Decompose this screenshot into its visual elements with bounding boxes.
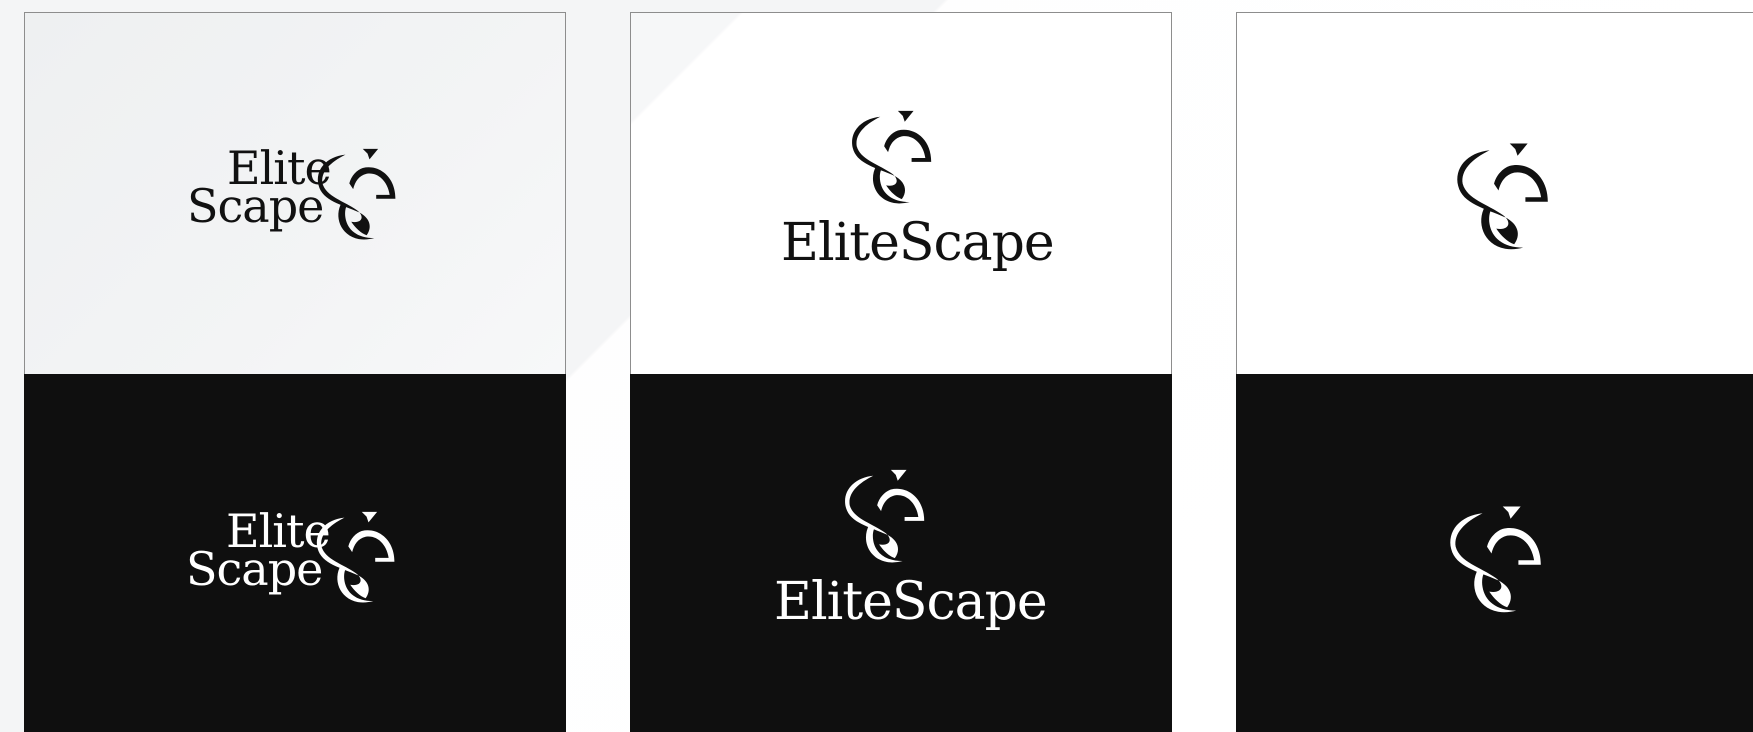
dark-panel: EliteScape — [630, 374, 1172, 732]
variant-card-symbol — [1236, 12, 1753, 732]
light-panel — [1236, 12, 1753, 374]
variant-card-vertical: EliteScape EliteScape — [630, 12, 1172, 732]
es-monogram-icon — [1447, 139, 1559, 251]
es-monogram-icon — [308, 508, 404, 604]
horizontal-logo-dark: Elite Scape — [187, 131, 407, 241]
es-monogram-icon — [836, 466, 934, 564]
wordmark-line-2: Scape — [187, 179, 324, 233]
wordmark-inline: EliteScape — [781, 213, 1055, 273]
es-monogram-icon — [843, 107, 941, 205]
es-monogram-icon — [309, 145, 405, 241]
es-monogram-icon — [1440, 502, 1552, 614]
dark-panel — [1236, 374, 1753, 732]
horizontal-logo-light: Elite Scape — [186, 494, 406, 604]
light-panel: Elite Scape — [24, 12, 566, 374]
dark-panel: Elite Scape — [24, 374, 566, 732]
variant-card-horizontal: Elite Scape Elite Scape — [24, 12, 566, 732]
wordmark-inline: EliteScape — [774, 572, 1048, 632]
wordmark-line-2: Scape — [186, 542, 323, 596]
light-panel: EliteScape — [630, 12, 1172, 374]
